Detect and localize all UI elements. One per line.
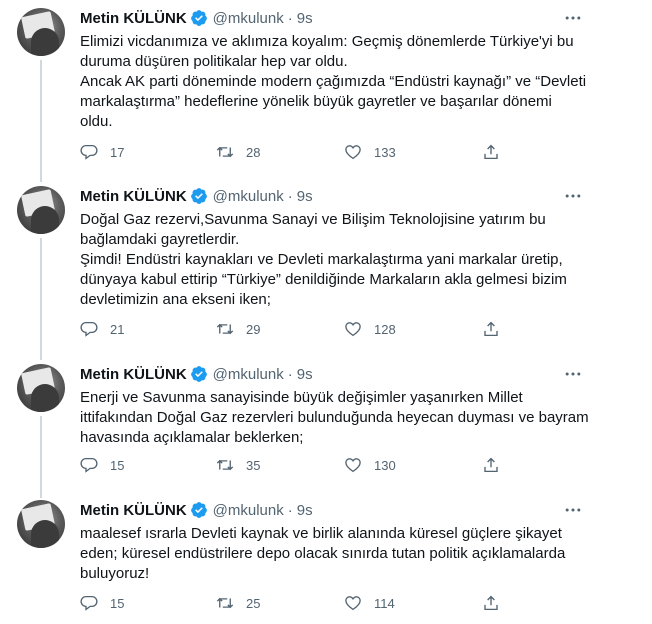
tweet-time[interactable]: 9s (297, 502, 313, 519)
reply-count: 21 (110, 321, 125, 337)
author-handle[interactable]: @mkulunk (213, 502, 284, 519)
like-icon (345, 596, 361, 611)
retweet-icon (216, 323, 234, 335)
like-button[interactable]: 114 (344, 594, 395, 612)
avatar[interactable] (17, 8, 65, 56)
share-icon (484, 144, 498, 160)
retweet-button[interactable]: 28 (216, 143, 260, 161)
share-button[interactable] (482, 456, 500, 474)
share-icon (484, 457, 498, 473)
reply-button[interactable]: 15 (80, 594, 124, 612)
separator-dot: · (287, 501, 293, 519)
author-name[interactable]: Metin KÜLÜNK (80, 502, 187, 519)
verified-badge-icon (190, 502, 207, 518)
tweet-text: Doğal Gaz rezervi,Savunma Sanayi ve Bili… (80, 211, 567, 308)
thread-line (40, 60, 42, 180)
like-count: 114 (374, 595, 395, 611)
separator-dot: · (287, 187, 293, 205)
avatar[interactable] (17, 364, 65, 412)
like-count: 130 (374, 457, 396, 473)
reply-count: 15 (110, 457, 125, 473)
retweet-icon (216, 146, 234, 158)
more-icon[interactable] (563, 500, 583, 520)
author-name[interactable]: Metin KÜLÜNK (80, 10, 187, 27)
retweet-button[interactable]: 35 (216, 456, 260, 474)
thread-line (40, 416, 42, 498)
author-handle[interactable]: @mkulunk (213, 188, 284, 205)
verified-badge-icon (190, 366, 207, 382)
tweet-text: Enerji ve Savunma sanayisinde büyük deği… (80, 389, 589, 446)
like-button[interactable]: 128 (344, 320, 396, 338)
thread-line (40, 488, 42, 496)
reply-count: 17 (110, 144, 125, 160)
like-button[interactable]: 130 (344, 456, 396, 474)
author-handle[interactable]: @mkulunk (213, 10, 284, 27)
reply-icon (80, 144, 98, 160)
share-button[interactable] (482, 594, 500, 612)
retweet-count: 29 (246, 321, 261, 337)
like-icon (345, 458, 361, 473)
like-button[interactable]: 133 (344, 143, 396, 161)
separator-dot: · (287, 365, 293, 383)
like-icon (345, 322, 361, 337)
like-count: 128 (374, 321, 396, 337)
more-icon[interactable] (563, 364, 583, 384)
reply-button[interactable]: 17 (80, 143, 124, 161)
verified-badge-icon (190, 188, 207, 204)
share-button[interactable] (482, 143, 500, 161)
thread-line (40, 352, 42, 360)
more-icon[interactable] (563, 8, 583, 28)
author-handle[interactable]: @mkulunk (213, 366, 284, 383)
reply-icon (80, 595, 98, 611)
reply-button[interactable]: 21 (80, 320, 124, 338)
avatar[interactable] (17, 186, 65, 234)
author-name[interactable]: Metin KÜLÜNK (80, 188, 187, 205)
tweet-text: maalesef ısrarla Devleti kaynak ve birli… (80, 525, 566, 582)
author-name[interactable]: Metin KÜLÜNK (80, 366, 187, 383)
tweet-text: Elimizi vicdanımıza ve aklımıza koyalım:… (80, 33, 587, 130)
retweet-count: 28 (246, 144, 261, 160)
retweet-count: 25 (246, 595, 261, 611)
retweet-button[interactable]: 25 (216, 594, 260, 612)
verified-badge-icon (190, 10, 207, 26)
thread-line (40, 238, 42, 358)
like-icon (345, 145, 361, 160)
avatar[interactable] (17, 500, 65, 548)
reply-count: 15 (110, 595, 125, 611)
like-count: 133 (374, 144, 396, 160)
retweet-count: 35 (246, 457, 261, 473)
share-button[interactable] (482, 320, 500, 338)
more-icon[interactable] (563, 186, 583, 206)
retweet-icon (216, 459, 234, 471)
reply-button[interactable]: 15 (80, 456, 124, 474)
reply-icon (80, 457, 98, 473)
share-icon (484, 595, 498, 611)
tweet-time[interactable]: 9s (297, 366, 313, 383)
thread-line (40, 174, 42, 182)
retweet-icon (216, 597, 234, 609)
share-icon (484, 321, 498, 337)
tweet-time[interactable]: 9s (297, 10, 313, 27)
separator-dot: · (287, 9, 293, 27)
reply-icon (80, 321, 98, 337)
tweet-time[interactable]: 9s (297, 188, 313, 205)
retweet-button[interactable]: 29 (216, 320, 260, 338)
